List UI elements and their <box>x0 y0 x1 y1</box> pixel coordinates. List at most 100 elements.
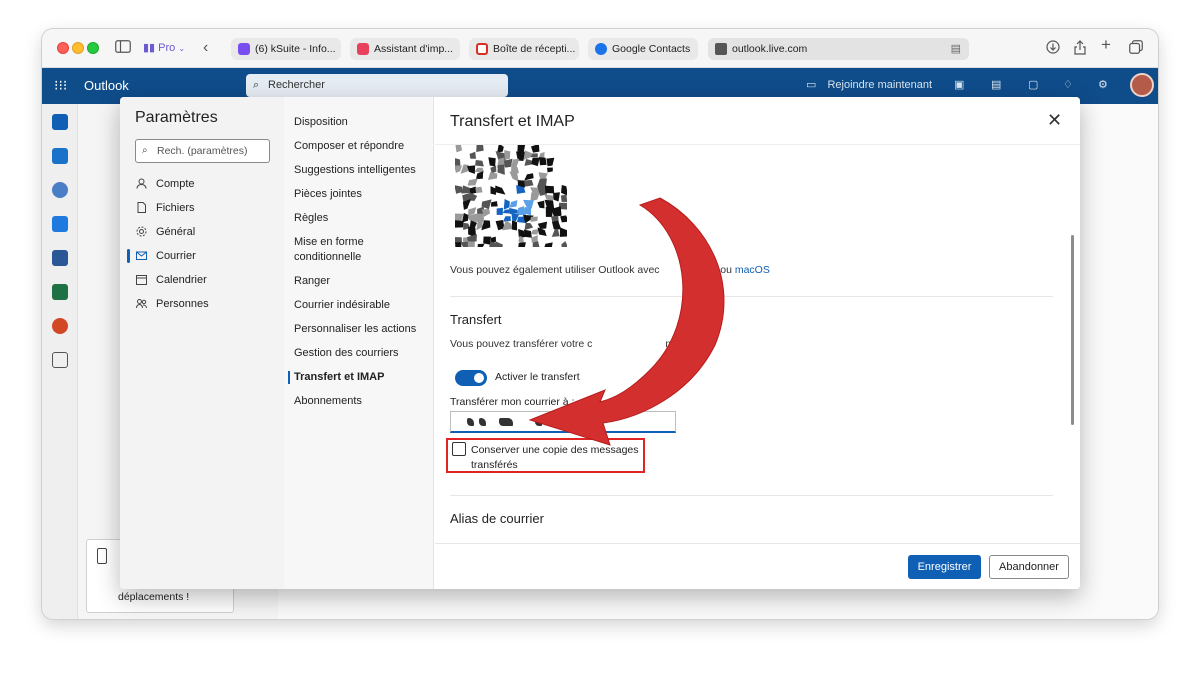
app-or: ou <box>720 264 732 276</box>
qr-module <box>467 241 475 247</box>
calendar-icon <box>136 275 147 285</box>
scrollbar[interactable] <box>1071 235 1074 425</box>
join-label: Rejoindre maintenant <box>827 79 933 91</box>
toggle-label: Activer le transfert <box>495 371 580 383</box>
qr-module <box>537 221 548 230</box>
qr-module <box>509 200 518 208</box>
qr-module <box>560 194 567 203</box>
forward-address-field[interactable]: @ik.me <box>450 411 676 433</box>
discard-button[interactable]: Abandonner <box>989 555 1069 579</box>
windows-link-tail[interactable]: ws <box>704 264 717 276</box>
gear-icon[interactable]: ⚙ <box>1098 78 1108 91</box>
forwarding-toggle[interactable] <box>455 370 487 386</box>
word-app-icon[interactable] <box>52 250 68 266</box>
download-icon[interactable] <box>1046 40 1060 57</box>
share-icon[interactable] <box>1074 40 1086 58</box>
outlook-search-input[interactable]: ⌕ Rechercher <box>246 74 508 97</box>
menu-composer-repondre[interactable]: Composer et répondre <box>294 139 426 154</box>
menu-regles[interactable]: Règles <box>294 211 426 226</box>
office-icon[interactable]: ▤ <box>991 78 1001 91</box>
powerpoint-app-icon[interactable] <box>52 318 68 334</box>
category-compte[interactable]: Compte <box>135 174 275 194</box>
settings-search-input[interactable]: ⌕ Rech. (paramètres) <box>135 139 270 163</box>
qr-module <box>561 185 567 196</box>
browser-window: ▮▮ Pro ⌄ ‹ (6) kSuite - Info... Assistan… <box>42 29 1158 619</box>
reader-icon[interactable]: ▤ <box>951 38 961 60</box>
menu-ranger[interactable]: Ranger <box>294 274 426 289</box>
menu-transfert-imap[interactable]: Transfert et IMAP <box>288 370 426 385</box>
mail-settings-menu: Disposition Composer et répondre Suggest… <box>284 97 434 589</box>
qr-module <box>477 243 485 247</box>
bell-icon[interactable]: ♢ <box>1063 78 1073 91</box>
qr-module <box>511 220 518 231</box>
sidebar-toggle-icon[interactable] <box>115 40 131 56</box>
teams-icon[interactable]: ▣ <box>954 78 964 91</box>
settings-dialog: Paramètres ⌕ Rech. (paramètres) Compte F… <box>120 97 1080 589</box>
forward-desc-end: mpte. <box>665 338 692 350</box>
new-tab-icon[interactable]: + <box>1101 36 1111 53</box>
people-icon <box>136 299 147 309</box>
close-window-button[interactable] <box>57 42 69 54</box>
chevron-down-icon: ⌄ <box>178 44 186 53</box>
tab-assistant[interactable]: Assistant d'imp... <box>350 38 460 60</box>
tab-overview-icon[interactable] <box>1129 40 1143 57</box>
qr-module <box>530 145 540 153</box>
qr-module <box>530 192 540 202</box>
avatar[interactable] <box>1130 73 1154 97</box>
qr-module <box>475 159 484 167</box>
category-fichiers[interactable]: Fichiers <box>135 198 275 218</box>
tab-google-contacts[interactable]: Google Contacts <box>588 38 698 60</box>
qr-module <box>455 220 464 228</box>
mail-app-icon[interactable] <box>52 114 68 130</box>
qr-module <box>503 199 510 210</box>
note-icon[interactable]: ▢ <box>1028 78 1038 91</box>
settings-content: Transfert et IMAP ✕ Vous pouvez égalemen… <box>435 97 1080 589</box>
address-text: outlook.live.com <box>732 43 808 55</box>
category-calendrier[interactable]: Calendrier <box>135 270 275 290</box>
back-icon[interactable]: ‹ <box>203 40 208 56</box>
category-general[interactable]: Général <box>135 222 275 242</box>
menu-personnaliser-actions[interactable]: Personnaliser les actions <box>294 322 426 337</box>
tab-ksuite[interactable]: (6) kSuite - Info... <box>231 38 341 60</box>
people-app-icon[interactable] <box>52 182 68 198</box>
qr-module <box>483 236 491 245</box>
menu-suggestions[interactable]: Suggestions intelligentes <box>294 163 426 178</box>
divider <box>450 296 1053 297</box>
qr-module <box>495 185 506 195</box>
tab-gmail[interactable]: Boîte de récepti... <box>469 38 579 60</box>
menu-pieces-jointes[interactable]: Pièces jointes <box>294 187 426 202</box>
category-courrier[interactable]: Courrier <box>127 246 275 266</box>
menu-courrier-indesirable[interactable]: Courrier indésirable <box>294 298 426 313</box>
app-download-text: Vous pouvez également utiliser Outlook a… <box>450 264 770 276</box>
minimize-window-button[interactable] <box>72 42 84 54</box>
app-text: Vous pouvez également utiliser Outlook a… <box>450 264 660 276</box>
close-icon[interactable]: ✕ <box>1047 111 1062 129</box>
menu-mise-en-forme[interactable]: Mise en forme conditionnelle <box>294 235 426 265</box>
qr-module <box>455 158 461 166</box>
qr-module <box>467 165 476 174</box>
profile-button[interactable]: ▮▮ Pro ⌄ <box>143 40 185 57</box>
category-personnes[interactable]: Personnes <box>135 294 275 314</box>
menu-abonnements[interactable]: Abonnements <box>294 394 426 409</box>
zoom-window-button[interactable] <box>87 42 99 54</box>
macos-link[interactable]: macOS <box>735 264 770 276</box>
calendar-app-icon[interactable] <box>52 148 68 164</box>
more-apps-icon[interactable] <box>52 352 68 368</box>
menu-gestion-courriers[interactable]: Gestion des courriers <box>294 346 426 361</box>
qr-module <box>475 171 484 180</box>
outlook-brand: Outlook <box>84 78 129 93</box>
excel-app-icon[interactable] <box>52 284 68 300</box>
join-meeting-button[interactable]: ▭ Rejoindre maintenant <box>806 78 932 91</box>
forward-section-title: Transfert <box>450 312 502 327</box>
qr-module <box>531 157 540 167</box>
content-scroll-area[interactable]: Vous pouvez également utiliser Outlook a… <box>435 144 1080 542</box>
person-icon <box>136 178 147 189</box>
menu-disposition[interactable]: Disposition <box>294 115 426 130</box>
qr-module <box>497 145 504 153</box>
address-bar[interactable]: outlook.live.com ▤ <box>708 38 969 60</box>
todo-app-icon[interactable] <box>52 216 68 232</box>
gear-icon <box>136 226 147 237</box>
app-launcher-icon[interactable]: ⁝⁝⁝ <box>54 77 67 94</box>
qr-code <box>455 145 567 247</box>
save-button[interactable]: Enregistrer <box>908 555 981 579</box>
